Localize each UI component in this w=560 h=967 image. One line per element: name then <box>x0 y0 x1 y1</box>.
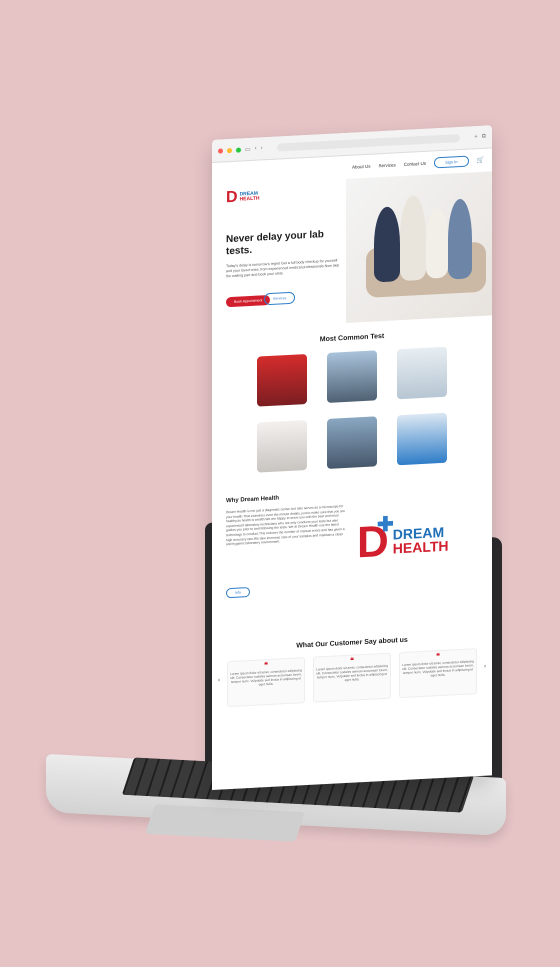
person-shape <box>400 194 426 282</box>
test-tile[interactable] <box>327 416 377 469</box>
forward-icon[interactable]: › <box>261 145 263 151</box>
sidebar-icon[interactable]: ▭ <box>245 145 251 152</box>
testimonial-text: Lorem ipsum dolor sit amet, consectetur … <box>402 659 474 678</box>
new-tab-icon[interactable]: + <box>474 134 478 140</box>
nav-about[interactable]: About Us <box>352 164 371 170</box>
close-dot-icon[interactable] <box>218 147 223 154</box>
testimonial-card: ❝ Lorem ipsum dolor sit amet, consectetur… <box>399 648 477 699</box>
website-page: ▭ ‹ › + ⧉ About Us Services Contact Us S… <box>212 125 492 791</box>
testimonial-cards: ‹ ❝ Lorem ipsum dolor sit amet, consectet… <box>212 647 492 708</box>
testimonial-card: ❝ Lorem ipsum dolor sit amet, consectetur… <box>313 652 391 703</box>
person-shape <box>448 198 472 280</box>
why-title: Why Dream Health <box>226 495 280 505</box>
plus-cross-icon: ✚ <box>377 513 394 537</box>
mockup-stage: ▭ ‹ › + ⧉ About Us Services Contact Us S… <box>0 0 560 967</box>
testimonial-card: ❝ Lorem ipsum dolor sit amet, consectetur… <box>227 657 305 708</box>
info-button[interactable]: Info <box>226 587 250 599</box>
person-shape <box>426 207 448 279</box>
nav-contact[interactable]: Contact Us <box>404 161 426 167</box>
test-tile[interactable] <box>327 350 377 403</box>
testimonial-text: Lorem ipsum dolor sit amet, consectetur … <box>230 668 302 687</box>
logo-text: DREAM HEALTH <box>239 191 260 203</box>
testimonial-text: Lorem ipsum dolor sit amet, consectetur … <box>316 663 388 683</box>
test-tile[interactable] <box>397 346 447 400</box>
hero-title: Never delay your lab tests. <box>226 229 324 258</box>
address-bar[interactable] <box>276 133 461 152</box>
minimize-dot-icon[interactable] <box>227 147 232 153</box>
maximize-dot-icon[interactable] <box>236 146 241 153</box>
tabs-icon[interactable]: ⧉ <box>482 133 486 140</box>
next-arrow-icon[interactable]: › <box>484 664 486 670</box>
cart-icon[interactable]: 🛒 <box>477 157 484 164</box>
test-tile[interactable] <box>257 420 307 473</box>
dream-health-logo: ✚ D DREAM HEALTH <box>357 513 449 567</box>
family-photo <box>346 171 492 323</box>
test-tile[interactable] <box>257 354 307 407</box>
services-button[interactable]: Services <box>264 291 296 306</box>
logo-text-large: DREAM HEALTH <box>392 524 449 557</box>
logo-line2: HEALTH <box>239 195 260 203</box>
why-section: Why Dream Health Dream Health is not jus… <box>212 474 492 629</box>
hero-section: D DREAM HEALTH Never delay your lab tests… <box>212 165 492 330</box>
logo-line2-large: HEALTH <box>392 537 449 557</box>
test-tile[interactable] <box>397 412 447 466</box>
hero-body: Today's delay is tomorrow's regret Get a… <box>226 258 340 279</box>
why-body: Dream Health is not just a diagnostic ce… <box>226 504 345 547</box>
header-logo[interactable]: D DREAM HEALTH <box>226 188 259 208</box>
back-icon[interactable]: ‹ <box>255 146 257 152</box>
nav-services[interactable]: Services <box>379 162 396 168</box>
tests-grid <box>212 344 492 475</box>
person-shape <box>374 206 400 283</box>
logo-mark: D <box>226 188 238 207</box>
prev-arrow-icon[interactable]: ‹ <box>218 678 220 684</box>
